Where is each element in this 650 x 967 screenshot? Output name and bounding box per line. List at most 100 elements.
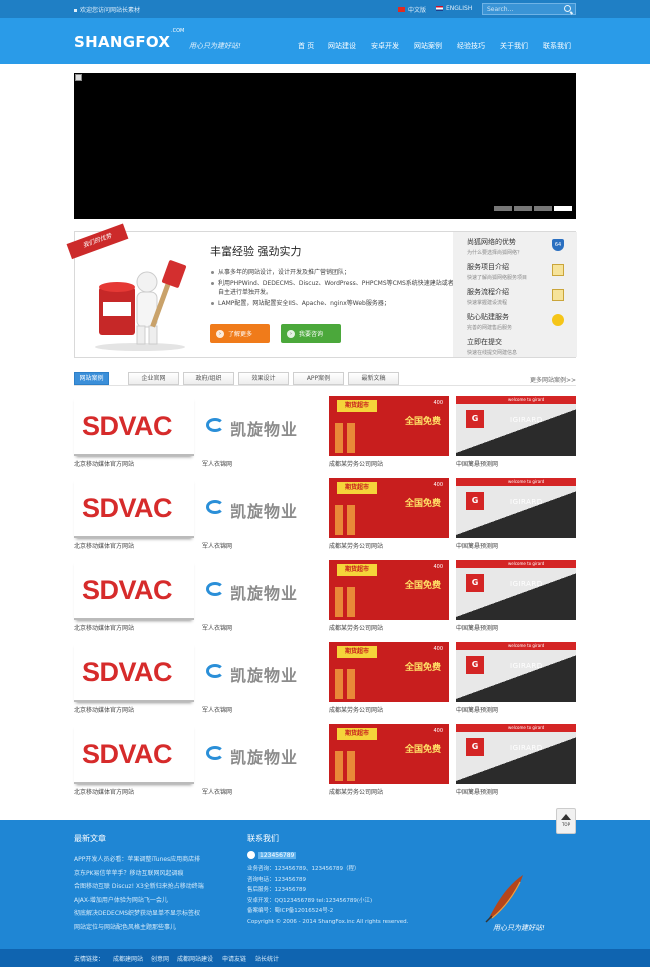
- slider-dot[interactable]: [534, 206, 552, 211]
- slider-dot[interactable]: [514, 206, 532, 211]
- case-item[interactable]: 期货超市 400 全国免费 成都某劳务公司网站: [329, 396, 449, 470]
- nav-contact[interactable]: 联系我们: [543, 41, 571, 51]
- news-item[interactable]: 京东PK易信苹苹手？移动互联网风起调痕: [74, 867, 204, 881]
- case-caption[interactable]: 成都某劳务公司网站: [329, 705, 383, 714]
- case-caption[interactable]: 军人衣锦网: [202, 541, 232, 550]
- case-item[interactable]: SDVAC 北京移动媒体官方网站: [74, 396, 194, 470]
- case-caption[interactable]: 成都某劳务公司网站: [329, 541, 383, 550]
- news-item[interactable]: 合图移动互联 Discuz! X3全新归来抢占移动终端: [74, 880, 204, 894]
- case-caption[interactable]: 军人衣锦网: [202, 459, 232, 468]
- friend-link[interactable]: 创意网: [151, 954, 169, 963]
- search-icon[interactable]: [564, 5, 571, 12]
- banner-slider[interactable]: [74, 73, 576, 219]
- side-item-submit[interactable]: 立即在提交 快速在线提交网建信息: [467, 337, 572, 361]
- case-thumbnail[interactable]: welcome to girard G IGIRARD: [456, 724, 576, 784]
- case-thumbnail[interactable]: welcome to girard G IGIRARD: [456, 642, 576, 702]
- case-caption[interactable]: 军人衣锦网: [202, 623, 232, 632]
- case-caption[interactable]: 中国篱悬预测网: [456, 459, 498, 468]
- case-caption[interactable]: 北京移动媒体官方网站: [74, 459, 134, 468]
- case-item[interactable]: 凯旋物业 军人衣锦网: [202, 724, 322, 798]
- case-caption[interactable]: 中国篱悬预测网: [456, 787, 498, 796]
- case-caption[interactable]: 军人衣锦网: [202, 787, 232, 796]
- tab-corporate[interactable]: 企业官网: [128, 372, 179, 385]
- news-item[interactable]: AJAX-增加用户体验为网站飞一会儿: [74, 894, 204, 908]
- case-item[interactable]: 凯旋物业 军人衣锦网: [202, 478, 322, 552]
- nav-about[interactable]: 关于我们: [500, 41, 528, 51]
- tab-government[interactable]: 政府/组织: [183, 372, 234, 385]
- case-caption[interactable]: 成都某劳务公司网站: [329, 459, 383, 468]
- nav-web-build[interactable]: 网站建设: [328, 41, 356, 51]
- case-caption[interactable]: 成都某劳务公司网站: [329, 623, 383, 632]
- case-item[interactable]: 凯旋物业 军人衣锦网: [202, 396, 322, 470]
- side-item-process[interactable]: 服务流程介绍 快速掌握建设流程: [467, 287, 572, 311]
- case-caption[interactable]: 北京移动媒体官方网站: [74, 787, 134, 796]
- friend-link[interactable]: 申请友链: [222, 954, 246, 963]
- case-thumbnail[interactable]: 期货超市 400 全国免费: [329, 560, 449, 620]
- slider-dot-active[interactable]: [554, 206, 572, 211]
- side-item-advantage[interactable]: 尚狐网络的优势 为什么要选择尚狐网络？ 64: [467, 237, 572, 261]
- case-item[interactable]: welcome to girard G IGIRARD 中国篱悬预测网: [456, 724, 576, 798]
- news-item[interactable]: APP开发人员必看：苹果调整iTunes应用商店排: [74, 853, 204, 867]
- case-item[interactable]: SDVAC 北京移动媒体官方网站: [74, 724, 194, 798]
- learn-more-button[interactable]: › 了解更多: [210, 324, 270, 343]
- news-item[interactable]: 网站定位与网站配色风格主题那些事儿: [74, 921, 204, 935]
- friend-link[interactable]: 站长统计: [255, 954, 279, 963]
- nav-home[interactable]: 首 页: [298, 41, 314, 51]
- case-item[interactable]: SDVAC 北京移动媒体官方网站: [74, 478, 194, 552]
- case-item[interactable]: welcome to girard G IGIRARD 中国篱悬预测网: [456, 396, 576, 470]
- nav-cases[interactable]: 网站案例: [414, 41, 442, 51]
- side-item-support[interactable]: 贴心贴建服务 完善的网建售后服务: [467, 312, 572, 336]
- tab-cases[interactable]: 网站案例: [74, 372, 109, 385]
- slider-dot[interactable]: [494, 206, 512, 211]
- nav-android[interactable]: 安卓开发: [371, 41, 399, 51]
- case-thumbnail[interactable]: welcome to girard G IGIRARD: [456, 560, 576, 620]
- case-item[interactable]: SDVAC 北京移动媒体官方网站: [74, 642, 194, 716]
- friend-link[interactable]: 成都建网站: [113, 954, 143, 963]
- case-thumbnail[interactable]: welcome to girard G IGIRARD: [456, 478, 576, 538]
- case-caption[interactable]: 中国篱悬预测网: [456, 705, 498, 714]
- qq-contact[interactable]: 123456789: [247, 851, 408, 859]
- case-thumbnail[interactable]: SDVAC: [74, 396, 194, 456]
- case-thumbnail[interactable]: 期货超市 400 全国免费: [329, 396, 449, 456]
- case-caption[interactable]: 北京移动媒体官方网站: [74, 541, 134, 550]
- case-item[interactable]: welcome to girard G IGIRARD 中国篱悬预测网: [456, 560, 576, 634]
- case-thumbnail[interactable]: welcome to girard G IGIRARD: [456, 396, 576, 456]
- case-item[interactable]: 期货超市 400 全国免费 成都某劳务公司网站: [329, 724, 449, 798]
- case-thumbnail[interactable]: SDVAC: [74, 478, 194, 538]
- case-caption[interactable]: 北京移动媒体官方网站: [74, 623, 134, 632]
- case-thumbnail[interactable]: SDVAC: [74, 560, 194, 620]
- tab-design[interactable]: 效果设计: [238, 372, 289, 385]
- search-input[interactable]: [483, 4, 563, 14]
- back-to-top-button[interactable]: TOP: [556, 808, 576, 834]
- lang-chinese-link[interactable]: 中文版: [398, 5, 426, 14]
- case-caption[interactable]: 军人衣锦网: [202, 705, 232, 714]
- friend-link[interactable]: 成都网站建设: [177, 954, 213, 963]
- tab-latest[interactable]: 最新文稿: [348, 372, 399, 385]
- case-item[interactable]: 期货超市 400 全国免费 成都某劳务公司网站: [329, 478, 449, 552]
- case-caption[interactable]: 北京移动媒体官方网站: [74, 705, 134, 714]
- case-item[interactable]: 凯旋物业 军人衣锦网: [202, 642, 322, 716]
- news-item[interactable]: 彻底解决DEDECMS织梦获动显单不显示标签权: [74, 907, 204, 921]
- lang-english-link[interactable]: ENGLISH: [436, 5, 472, 12]
- case-thumbnail[interactable]: 凯旋物业: [202, 642, 322, 702]
- case-thumbnail[interactable]: 期货超市 400 全国免费: [329, 642, 449, 702]
- case-caption[interactable]: 中国篱悬预测网: [456, 623, 498, 632]
- case-item[interactable]: 期货超市 400 全国免费 成都某劳务公司网站: [329, 642, 449, 716]
- tab-app[interactable]: APP案例: [293, 372, 344, 385]
- case-thumbnail[interactable]: 凯旋物业: [202, 724, 322, 784]
- case-thumbnail[interactable]: SDVAC: [74, 724, 194, 784]
- case-item[interactable]: 期货超市 400 全国免费 成都某劳务公司网站: [329, 560, 449, 634]
- case-caption[interactable]: 成都某劳务公司网站: [329, 787, 383, 796]
- case-thumbnail[interactable]: 凯旋物业: [202, 478, 322, 538]
- side-item-services[interactable]: 服务项目介绍 快速了解尚狐网络服务项目: [467, 262, 572, 286]
- case-item[interactable]: SDVAC 北京移动媒体官方网站: [74, 560, 194, 634]
- case-thumbnail[interactable]: 期货超市 400 全国免费: [329, 478, 449, 538]
- case-thumbnail[interactable]: SDVAC: [74, 642, 194, 702]
- more-cases-link[interactable]: 更多网站案例>>: [530, 375, 576, 384]
- case-caption[interactable]: 中国篱悬预测网: [456, 541, 498, 550]
- consult-button[interactable]: › 我要咨询: [281, 324, 341, 343]
- case-thumbnail[interactable]: 凯旋物业: [202, 396, 322, 456]
- nav-tips[interactable]: 经验技巧: [457, 41, 485, 51]
- case-item[interactable]: welcome to girard G IGIRARD 中国篱悬预测网: [456, 478, 576, 552]
- case-thumbnail[interactable]: 期货超市 400 全国免费: [329, 724, 449, 784]
